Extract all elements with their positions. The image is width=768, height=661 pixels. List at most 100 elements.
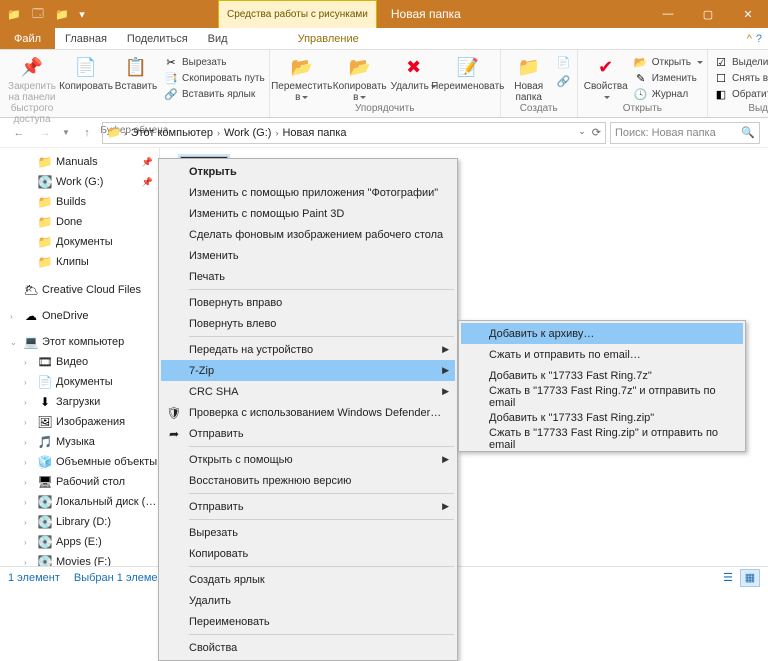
qat-newfolder-icon[interactable]: 📁	[52, 4, 72, 24]
invert-selection-button[interactable]: ◧Обратить выделение	[712, 86, 768, 102]
address-dropdown[interactable]: ⌄	[578, 126, 586, 139]
tree-item[interactable]: ›💽Локальный диск (C:)	[0, 492, 159, 512]
context-menu-item[interactable]: Открыть с помощью▶	[161, 449, 455, 470]
move-to-button[interactable]: 📂Переместить в	[274, 52, 330, 103]
tree-item[interactable]: ›🖼Изображения	[0, 412, 159, 432]
view-details-button[interactable]: ☰	[718, 569, 738, 587]
context-menu-item[interactable]: ➦Отправить	[161, 423, 455, 444]
context-menu-item[interactable]: Открыть	[161, 161, 455, 182]
tree-item[interactable]: 📁Done	[0, 212, 159, 232]
tree-expand-icon[interactable]: ›	[24, 378, 34, 387]
tree-item[interactable]: ›⬇Загрузки	[0, 392, 159, 412]
nav-recent-button[interactable]: ▼	[60, 122, 72, 144]
easy-access-icon[interactable]: 🔗	[557, 75, 571, 88]
tree-expand-icon[interactable]: ›	[24, 418, 34, 427]
paste-shortcut-button[interactable]: 🔗Вставить ярлык	[162, 86, 265, 102]
tree-item[interactable]: ›💽Movies (F:)	[0, 552, 159, 566]
crumb-work[interactable]: Work (G:)	[223, 127, 272, 139]
select-all-button[interactable]: ☑Выделить все	[712, 54, 768, 70]
crumb-thispc[interactable]: Этот компьютер	[130, 127, 214, 139]
tree-expand-icon[interactable]: ›	[24, 538, 34, 547]
tree-expand-icon[interactable]: ›	[24, 518, 34, 527]
tree-item[interactable]: ›📄Документы	[0, 372, 159, 392]
context-menu-item[interactable]: Повернуть влево	[161, 313, 455, 334]
copy-to-button[interactable]: 📂Копировать в	[332, 52, 388, 103]
context-menu-item[interactable]: Удалить	[161, 590, 455, 611]
window-icon[interactable]: 📁	[4, 4, 24, 24]
tree-expand-icon[interactable]: ⌄	[10, 338, 20, 347]
tab-manage[interactable]: Управление	[288, 28, 369, 49]
tab-home[interactable]: Главная	[55, 28, 117, 49]
nav-tree[interactable]: 📁Manuals📌💽Work (G:)📌📁Builds📁Done📁Докумен…	[0, 148, 160, 566]
nav-up-button[interactable]: ↑	[76, 122, 98, 144]
context-menu-item[interactable]: Повернуть вправо	[161, 292, 455, 313]
context-menu-item[interactable]: Изменить с помощью Paint 3D	[161, 203, 455, 224]
tree-item[interactable]: ›☁OneDrive	[0, 306, 159, 326]
context-menu-item[interactable]: Изменить с помощью приложения "Фотографи…	[161, 182, 455, 203]
properties-button[interactable]: ✔Свойства	[582, 52, 630, 103]
context-menu-item[interactable]: Добавить к "17733 Fast Ring.7z"	[461, 365, 743, 386]
context-menu-item[interactable]: Печать	[161, 266, 455, 287]
tree-expand-icon[interactable]: ›	[24, 478, 34, 487]
qat-properties-icon[interactable]: 🗔	[28, 4, 48, 24]
tree-item[interactable]: ⌄💻Этот компьютер	[0, 332, 159, 352]
tree-expand-icon[interactable]: ›	[24, 398, 34, 407]
tree-item[interactable]: ›💽Apps (E:)	[0, 532, 159, 552]
tree-item[interactable]: ›🎵Музыка	[0, 432, 159, 452]
close-button[interactable]: ✕	[728, 0, 768, 28]
tree-expand-icon[interactable]: ›	[10, 312, 20, 321]
context-menu-item[interactable]: Добавить к "17733 Fast Ring.zip"	[461, 407, 743, 428]
tree-item[interactable]: ›💽Library (D:)	[0, 512, 159, 532]
context-menu-item[interactable]: Сжать в "17733 Fast Ring.zip" и отправит…	[461, 428, 743, 449]
nav-forward-button[interactable]: →	[34, 122, 56, 144]
tree-expand-icon[interactable]: ›	[24, 458, 34, 467]
context-menu-item[interactable]: Копировать	[161, 543, 455, 564]
tree-item[interactable]: 📁Manuals📌	[0, 152, 159, 172]
context-menu-item[interactable]: Изменить	[161, 245, 455, 266]
edit-button[interactable]: ✎Изменить	[632, 70, 703, 86]
ribbon-collapse-icon[interactable]: ^	[747, 33, 752, 45]
context-menu-item[interactable]: Вырезать	[161, 522, 455, 543]
new-item-icon[interactable]: 📄	[557, 56, 571, 69]
tree-item[interactable]: ›🎞Видео	[0, 352, 159, 372]
tree-item[interactable]: ›🧊Объемные объекты	[0, 452, 159, 472]
context-menu-item[interactable]: Свойства	[161, 637, 455, 658]
tab-view[interactable]: Вид	[198, 28, 238, 49]
context-menu-item[interactable]: Сжать в "17733 Fast Ring.7z" и отправить…	[461, 386, 743, 407]
context-menu-item[interactable]: 🛡Проверка с использованием Windows Defen…	[161, 402, 455, 423]
context-menu-item[interactable]: Отправить▶	[161, 496, 455, 517]
tree-expand-icon[interactable]: ›	[24, 438, 34, 447]
tree-item[interactable]: 📁Builds	[0, 192, 159, 212]
tree-item[interactable]: 📁Клипы	[0, 252, 159, 272]
tree-item[interactable]: 🌥Creative Cloud Files	[0, 280, 159, 300]
history-button[interactable]: 🕓Журнал	[632, 86, 703, 102]
rename-button[interactable]: 📝Переименовать	[440, 52, 496, 92]
context-menu-item[interactable]: Создать ярлык	[161, 569, 455, 590]
cut-button[interactable]: ✂Вырезать	[162, 54, 265, 70]
select-none-button[interactable]: ☐Снять выделение	[712, 70, 768, 86]
context-menu-item[interactable]: Сделать фоновым изображением рабочего ст…	[161, 224, 455, 245]
context-menu-item[interactable]: Сжать и отправить по email…	[461, 344, 743, 365]
tab-file[interactable]: Файл	[0, 28, 55, 49]
context-menu-item[interactable]: Добавить к архиву…	[461, 323, 743, 344]
tab-share[interactable]: Поделиться	[117, 28, 198, 49]
copy-button[interactable]: 📄Копировать	[62, 52, 110, 92]
tree-expand-icon[interactable]: ›	[24, 498, 34, 507]
copypath-button[interactable]: 📑Скопировать путь	[162, 70, 265, 86]
crumb-folder[interactable]: Новая папка	[281, 127, 347, 139]
paste-button[interactable]: 📋Вставить	[112, 52, 160, 92]
open-button[interactable]: 📂Открыть	[632, 54, 703, 70]
tree-item[interactable]: ›🖥Рабочий стол	[0, 472, 159, 492]
refresh-button[interactable]: ⟳	[592, 126, 601, 139]
context-menu-item[interactable]: Переименовать	[161, 611, 455, 632]
search-input[interactable]: Поиск: Новая папка🔍	[610, 122, 760, 144]
context-menu-item[interactable]: 7-Zip▶	[161, 360, 455, 381]
nav-back-button[interactable]: ←	[8, 122, 30, 144]
tree-expand-icon[interactable]: ›	[24, 358, 34, 367]
address-bar[interactable]: 📁 › Этот компьютер› Work (G:)› Новая пап…	[102, 122, 606, 144]
maximize-button[interactable]: ▢	[688, 0, 728, 28]
context-menu-item[interactable]: Восстановить прежнюю версию	[161, 470, 455, 491]
ribbon-help-icon[interactable]: ?	[756, 33, 762, 45]
qat-customize[interactable]: ▾	[76, 4, 88, 24]
context-menu-item[interactable]: CRC SHA▶	[161, 381, 455, 402]
